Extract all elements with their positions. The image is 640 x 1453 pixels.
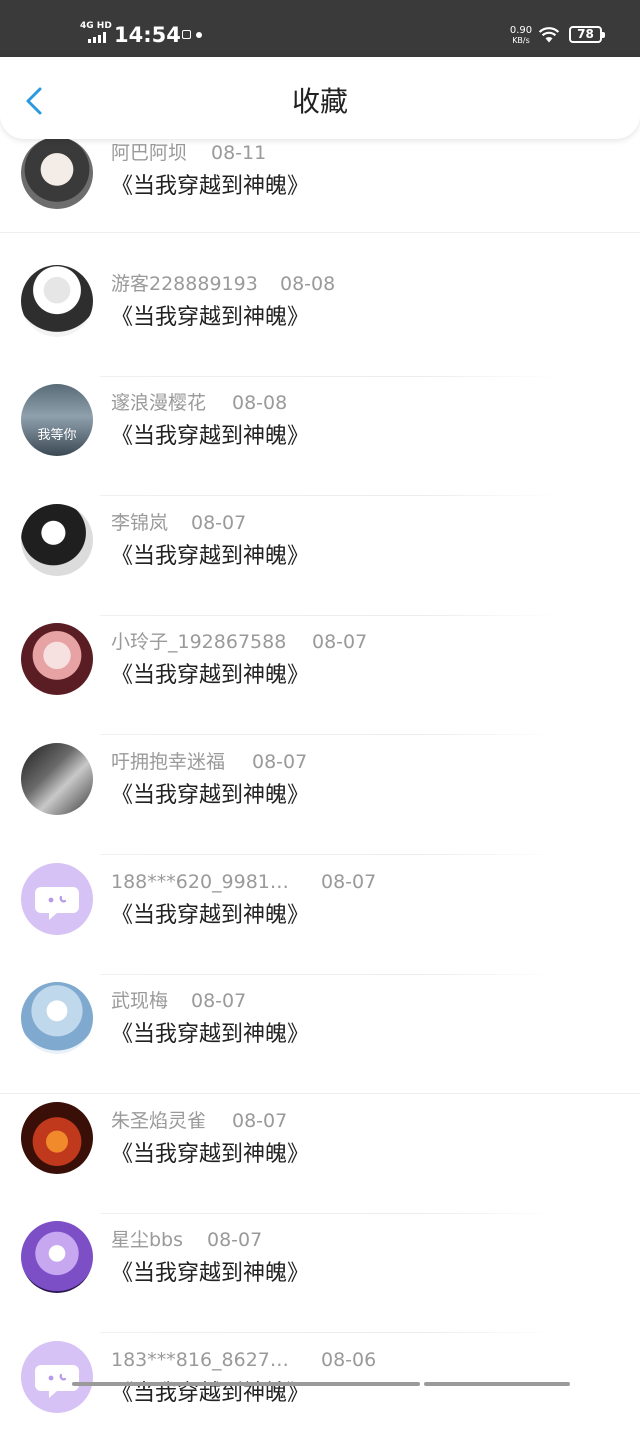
- avatar[interactable]: [21, 743, 93, 815]
- header: 收藏: [0, 57, 640, 139]
- post-date: 08-07: [312, 631, 368, 653]
- username[interactable]: 星尘bbs: [111, 1229, 183, 1251]
- post-date: 08-07: [232, 1110, 288, 1132]
- wifi-icon: [538, 27, 560, 43]
- post-date: 08-06: [321, 1349, 377, 1371]
- item-meta: 星尘bbs 08-07: [111, 1228, 262, 1252]
- network-speed: 0.90 KB/s: [508, 26, 534, 46]
- avatar-text: 我等你: [37, 428, 77, 443]
- scrollbar[interactable]: [0, 1380, 640, 1387]
- username[interactable]: 李锦岚: [111, 512, 168, 534]
- list-item[interactable]: 阿巴阿坝 08-11 《当我穿越到神魄》: [0, 137, 640, 233]
- item-meta: 李锦岚 08-07: [111, 511, 246, 535]
- notification-dot-icon: [196, 32, 202, 38]
- item-meta: 小玲子_192867588 08-07: [111, 630, 367, 654]
- item-meta: 朱圣焰灵雀 08-07: [111, 1109, 287, 1133]
- item-meta: 阿巴阿坝 08-11: [111, 141, 266, 165]
- item-meta: 188***620_9981… 08-07: [111, 870, 376, 894]
- avatar[interactable]: [21, 863, 93, 935]
- item-title[interactable]: 《当我穿越到神魄》: [111, 543, 309, 571]
- signal-icon: [88, 32, 108, 43]
- avatar[interactable]: [21, 1102, 93, 1174]
- list-item[interactable]: 武现梅 08-07 《当我穿越到神魄》: [0, 974, 640, 1094]
- username[interactable]: 小玲子_192867588: [111, 631, 286, 653]
- item-title[interactable]: 《当我穿越到神魄》: [111, 1260, 309, 1288]
- item-title[interactable]: 《当我穿越到神魄》: [111, 662, 309, 690]
- list-item[interactable]: 朱圣焰灵雀 08-07 《当我穿越到神魄》: [0, 1094, 640, 1214]
- chat-bubble-icon: [35, 1365, 79, 1398]
- avatar[interactable]: [21, 982, 93, 1054]
- post-date: 08-07: [321, 871, 377, 893]
- divider: [0, 232, 640, 233]
- item-meta: 邃浪漫樱花 08-08: [111, 391, 287, 415]
- item-title[interactable]: 《当我穿越到神魄》: [111, 782, 309, 810]
- username[interactable]: 阿巴阿坝: [111, 142, 187, 164]
- item-meta: 游客228889193 08-08: [111, 272, 335, 296]
- item-title[interactable]: 《当我穿越到神魄》: [111, 304, 309, 332]
- item-title[interactable]: 《当我穿越到神魄》: [111, 902, 309, 930]
- avatar[interactable]: [21, 265, 93, 337]
- item-title[interactable]: 《当我穿越到神魄》: [111, 1141, 309, 1169]
- item-meta: 183***816_8627… 08-06: [111, 1348, 376, 1372]
- username[interactable]: 183***816_8627…: [111, 1349, 289, 1371]
- username[interactable]: 吁拥抱幸迷福: [111, 751, 225, 773]
- post-date: 08-07: [207, 1229, 263, 1251]
- avatar[interactable]: [21, 504, 93, 576]
- list-item[interactable]: 188***620_9981… 08-07 《当我穿越到神魄》: [0, 855, 640, 975]
- list-item[interactable]: 游客228889193 08-08 《当我穿越到神魄》: [0, 257, 640, 377]
- chat-bubble-icon: [35, 887, 79, 920]
- item-title[interactable]: 《当我穿越到神魄》: [111, 423, 309, 451]
- username[interactable]: 188***620_9981…: [111, 871, 289, 893]
- list-item[interactable]: 小玲子_192867588 08-07 《当我穿越到神魄》: [0, 615, 640, 735]
- clock: 14:54: [114, 23, 181, 47]
- username[interactable]: 武现梅: [111, 990, 168, 1012]
- avatar[interactable]: [21, 1221, 93, 1293]
- item-title[interactable]: 《当我穿越到神魄》: [111, 173, 309, 201]
- item-title[interactable]: 《当我穿越到神魄》: [111, 1021, 309, 1049]
- list-item[interactable]: 183***816_8627… 08-06 《当我穿越到神魄》: [0, 1333, 640, 1453]
- post-date: 08-11: [211, 142, 267, 164]
- username[interactable]: 邃浪漫樱花: [111, 392, 206, 414]
- username[interactable]: 朱圣焰灵雀: [111, 1110, 206, 1132]
- list-item[interactable]: 我等你 邃浪漫樱花 08-08 《当我穿越到神魄》: [0, 376, 640, 496]
- list-item[interactable]: 李锦岚 08-07 《当我穿越到神魄》: [0, 496, 640, 616]
- status-bar: 4G HD 14:54 0.90 KB/s 78: [0, 0, 640, 57]
- network-speed-unit: KB/s: [512, 36, 530, 45]
- username[interactable]: 游客228889193: [111, 273, 258, 295]
- avatar[interactable]: [21, 623, 93, 695]
- network-speed-value: 0.90: [509, 25, 533, 36]
- post-date: 08-07: [252, 751, 308, 773]
- avatar[interactable]: [21, 137, 93, 209]
- page-title: 收藏: [291, 85, 348, 118]
- post-date: 08-07: [191, 512, 247, 534]
- network-type: 4G HD: [80, 21, 112, 31]
- list-item[interactable]: 吁拥抱幸迷福 08-07 《当我穿越到神魄》: [0, 735, 640, 855]
- battery-icon: 78: [569, 26, 605, 43]
- item-meta: 吁拥抱幸迷福 08-07: [111, 750, 307, 774]
- post-date: 08-08: [280, 273, 336, 295]
- post-date: 08-08: [232, 392, 288, 414]
- post-date: 08-07: [191, 990, 247, 1012]
- avatar[interactable]: 我等你: [21, 384, 93, 456]
- avatar[interactable]: [21, 1341, 93, 1413]
- notification-icon: [182, 30, 191, 39]
- list-item[interactable]: 星尘bbs 08-07 《当我穿越到神魄》: [0, 1213, 640, 1333]
- item-meta: 武现梅 08-07: [111, 989, 246, 1013]
